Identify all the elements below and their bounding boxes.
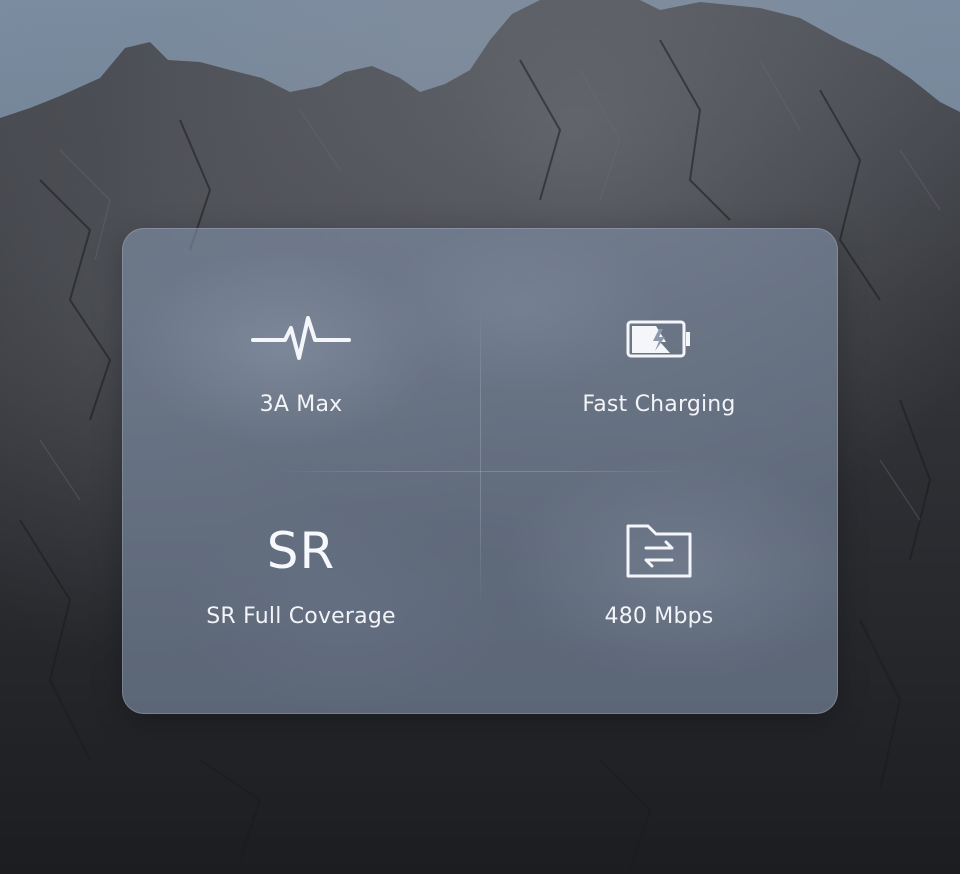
heartbeat-pulse-icon [122,310,480,370]
feature-label: 480 Mbps [604,604,714,629]
feature-sr-full-coverage: SR SR Full Coverage [122,471,480,714]
background-scene: 3A Max Fast Charging SR SR Full Coverage [0,0,960,874]
feature-fast-charging: Fast Charging [480,228,838,471]
feature-3a-max: 3A Max [122,228,480,471]
feature-480-mbps: 480 Mbps [480,471,838,714]
feature-label: SR Full Coverage [206,604,396,629]
sr-icon-text: SR [266,522,336,580]
features-panel: 3A Max Fast Charging SR SR Full Coverage [122,228,838,714]
sr-text-icon: SR [122,521,480,581]
feature-label: 3A Max [259,392,343,417]
folder-transfer-icon [480,521,838,581]
battery-charging-icon [480,310,838,370]
feature-label: Fast Charging [582,392,736,417]
